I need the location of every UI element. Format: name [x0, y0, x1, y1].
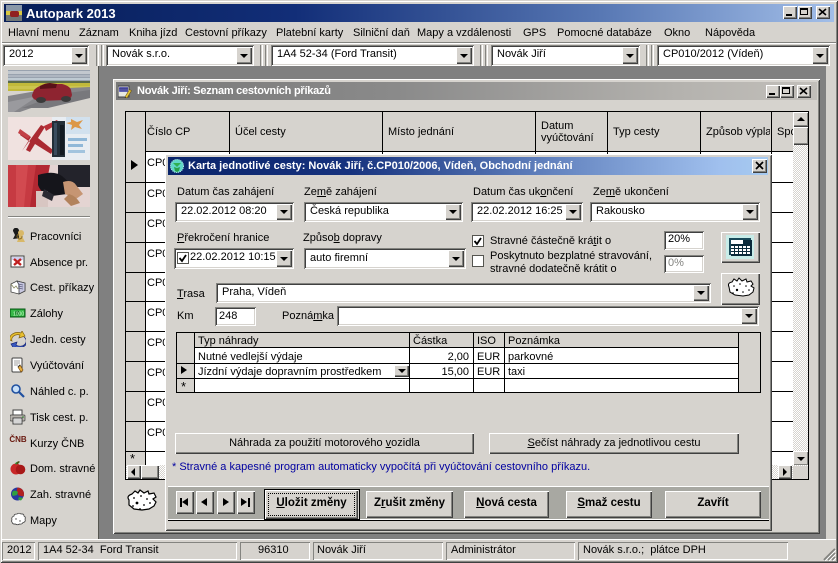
svg-text:1000: 1000 [13, 312, 24, 318]
